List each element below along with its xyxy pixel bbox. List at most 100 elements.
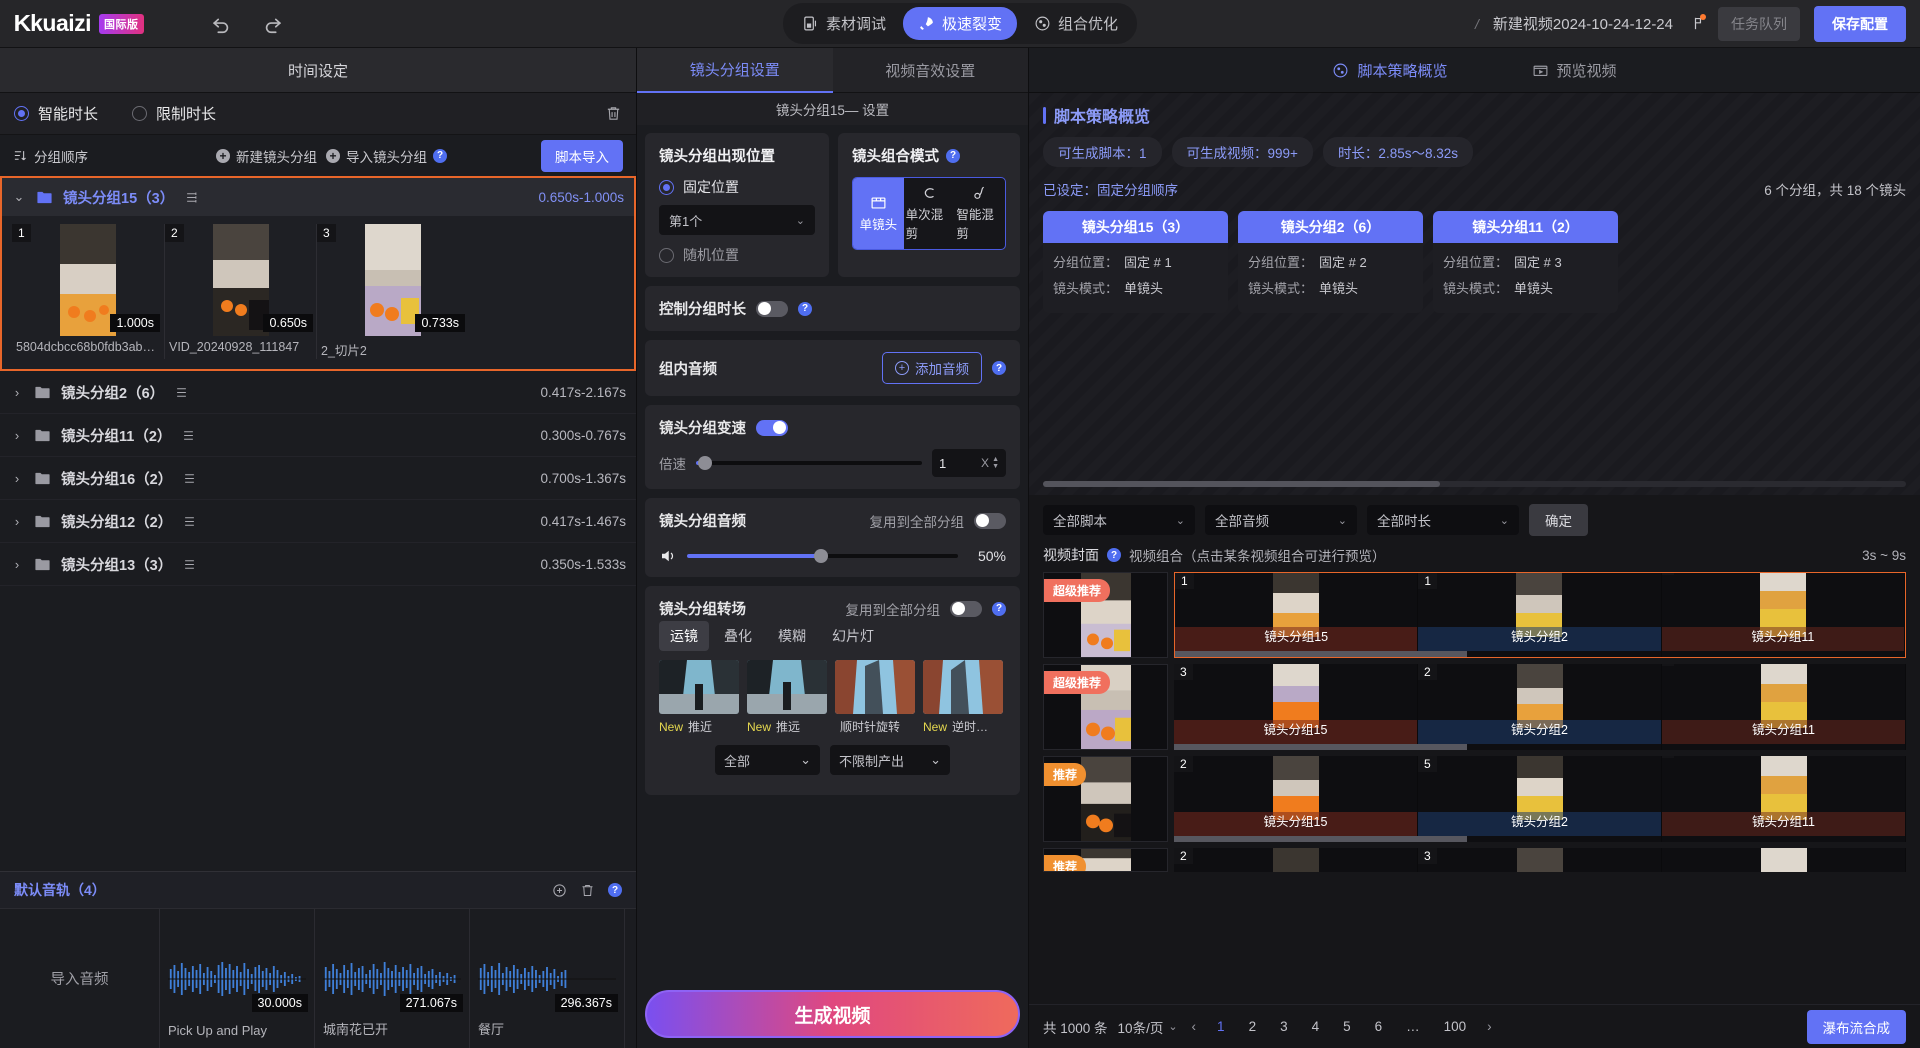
transition-item[interactable]: 顺时针旋转 bbox=[835, 660, 915, 735]
transition-scope-select[interactable]: 全部 ⌄ bbox=[715, 745, 820, 775]
sequence-cell[interactable]: 5 镜头分组2 bbox=[1418, 756, 1662, 842]
help-icon[interactable]: ? bbox=[608, 883, 622, 897]
filter-script-select[interactable]: 全部脚本 ⌄ bbox=[1043, 505, 1195, 535]
undo-icon[interactable] bbox=[208, 11, 234, 37]
import-group-button[interactable]: + 导入镜头分组 ? bbox=[326, 146, 447, 166]
help-icon[interactable]: ? bbox=[946, 148, 960, 163]
trash-icon[interactable] bbox=[580, 883, 595, 898]
seg-single-lens[interactable]: 单镜头 bbox=[853, 178, 904, 249]
transition-item[interactable]: New 逆时… bbox=[923, 660, 1003, 735]
combo-cover[interactable]: 超级推荐 bbox=[1043, 664, 1168, 750]
combo-cover[interactable]: 超级推荐 bbox=[1043, 572, 1168, 658]
group-item-collapsed[interactable]: › 镜头分组11（2） 0.300s-0.767s bbox=[0, 414, 636, 457]
chevron-right-icon[interactable]: › bbox=[10, 514, 24, 529]
redo-icon[interactable] bbox=[260, 11, 286, 37]
flag-icon[interactable] bbox=[1687, 14, 1706, 32]
stepper-icon[interactable]: ▲ ▼ bbox=[992, 456, 999, 470]
layers-icon[interactable] bbox=[184, 190, 199, 205]
tab-strategy-overview[interactable]: 脚本策略概览 bbox=[1332, 60, 1448, 81]
audio-clip[interactable]: 271.067s 城南花已开 bbox=[315, 909, 470, 1048]
task-queue-button[interactable]: 任务队列 bbox=[1718, 6, 1800, 41]
next-page-button[interactable]: › bbox=[1483, 1019, 1496, 1034]
page-1[interactable]: 1 bbox=[1210, 1017, 1232, 1036]
combo-row[interactable]: 推荐 2 镜头分组15 5 镜头分组2 镜头分组11 bbox=[1043, 756, 1906, 842]
script-import-button[interactable]: 脚本导入 bbox=[541, 139, 623, 172]
tab-audio-settings[interactable]: 视频音效设置 bbox=[832, 48, 1028, 93]
sequence-cell[interactable]: 2 bbox=[1174, 848, 1418, 872]
page-100[interactable]: 100 bbox=[1437, 1017, 1474, 1036]
transition-tab-camera[interactable]: 运镜 bbox=[659, 621, 709, 651]
filter-audio-select[interactable]: 全部音频 ⌄ bbox=[1205, 505, 1357, 535]
waterfall-compose-button[interactable]: 瀑布流合成 bbox=[1806, 1009, 1906, 1044]
trash-icon[interactable] bbox=[605, 105, 622, 122]
chevron-right-icon[interactable]: › bbox=[10, 557, 24, 572]
mode-fast-fission[interactable]: 极速裂变 bbox=[902, 7, 1018, 40]
clip-item[interactable]: 1 1.000s 5804dcbcc68b0fdb3ab… bbox=[12, 224, 164, 359]
layers-icon[interactable] bbox=[182, 514, 197, 529]
help-icon[interactable]: ? bbox=[992, 361, 1006, 375]
radio-limit-duration[interactable]: 限制时长 bbox=[132, 103, 216, 124]
group-header[interactable]: ⌄ 镜头分组15（3） 0.650s-1.000s bbox=[2, 178, 634, 216]
combo-cover[interactable]: 推荐 bbox=[1043, 848, 1168, 872]
combo-row[interactable]: 超级推荐 1 镜头分组15 1 镜头分组2 镜头分组11 bbox=[1043, 572, 1906, 658]
radio-random-position[interactable]: 随机位置 bbox=[659, 245, 815, 265]
new-group-button[interactable]: + 新建镜头分组 bbox=[216, 146, 317, 166]
add-audio-button[interactable]: + 添加音频 bbox=[882, 352, 982, 384]
page-6[interactable]: 6 bbox=[1368, 1017, 1390, 1036]
audio-clip[interactable]: 30.000s Pick Up and Play bbox=[160, 909, 315, 1048]
speed-slider[interactable] bbox=[696, 456, 922, 470]
per-page-select[interactable]: 10条/页 ⌄ bbox=[1118, 1017, 1178, 1037]
mode-material-debug[interactable]: 素材调试 bbox=[787, 7, 901, 40]
sequence-cell[interactable]: 2 镜头分组2 bbox=[1418, 664, 1662, 750]
strategy-card[interactable]: 镜头分组2（6） 分组位置： 固定 # 2 镜头模式： 单镜头 bbox=[1238, 211, 1423, 313]
strategy-card[interactable]: 镜头分组11（2） 分组位置： 固定 # 3 镜头模式： 单镜头 bbox=[1433, 211, 1618, 313]
help-icon[interactable]: ? bbox=[992, 601, 1006, 616]
transition-output-select[interactable]: 不限制产出 ⌄ bbox=[830, 745, 950, 775]
radio-fixed-position[interactable]: 固定位置 bbox=[659, 177, 815, 197]
sequence-cell[interactable]: 1 镜头分组15 bbox=[1175, 573, 1419, 657]
prev-page-button[interactable]: ‹ bbox=[1188, 1019, 1201, 1034]
speed-value-input[interactable]: 1 X ▲ ▼ bbox=[932, 449, 1006, 477]
help-icon[interactable]: ? bbox=[798, 301, 812, 316]
sort-groups-button[interactable]: 分组顺序 bbox=[13, 146, 88, 166]
volume-slider-knob[interactable] bbox=[814, 549, 829, 563]
import-audio-button[interactable]: 导入音频 bbox=[0, 909, 160, 1048]
tab-preview-video[interactable]: 预览视频 bbox=[1532, 60, 1617, 81]
chevron-right-icon[interactable]: › bbox=[10, 385, 24, 400]
transition-tab-dissolve[interactable]: 叠化 bbox=[713, 621, 763, 651]
position-index-select[interactable]: 第1个 ⌄ bbox=[659, 205, 815, 235]
page-4[interactable]: 4 bbox=[1305, 1017, 1327, 1036]
group-item-collapsed[interactable]: › 镜头分组12（2） 0.417s-1.467s bbox=[0, 500, 636, 543]
help-icon[interactable]: ? bbox=[1107, 548, 1121, 562]
group-item-collapsed[interactable]: › 镜头分组13（3） 0.350s-1.533s bbox=[0, 543, 636, 586]
time-settings-tab[interactable]: 时间设定 bbox=[0, 48, 636, 93]
combo-sequence[interactable]: 3 镜头分组15 2 镜头分组2 镜头分组11 bbox=[1174, 664, 1906, 750]
chevron-right-icon[interactable]: › bbox=[10, 471, 24, 486]
clip-item[interactable]: 2 0.650s VID_20240928_111847 bbox=[164, 224, 316, 359]
seg-single-mix[interactable]: 单次混剪 bbox=[904, 178, 955, 249]
combo-cover[interactable]: 推荐 bbox=[1043, 756, 1168, 842]
chevron-right-icon[interactable]: › bbox=[10, 428, 24, 443]
layers-icon[interactable] bbox=[181, 428, 196, 443]
transition-tab-slide[interactable]: 幻片灯 bbox=[821, 621, 885, 651]
radio-smart-duration[interactable]: 智能时长 bbox=[14, 103, 98, 124]
layers-icon[interactable] bbox=[174, 385, 189, 400]
clip-item[interactable]: 3 0.733s 2_切片2 bbox=[316, 224, 468, 359]
page-2[interactable]: 2 bbox=[1242, 1017, 1264, 1036]
speed-slider-knob[interactable] bbox=[698, 456, 713, 470]
save-config-button[interactable]: 保存配置 bbox=[1814, 5, 1906, 42]
combo-sequence[interactable]: 1 镜头分组15 1 镜头分组2 镜头分组11 bbox=[1174, 572, 1906, 658]
tab-group-settings[interactable]: 镜头分组设置 bbox=[637, 48, 833, 93]
combo-row[interactable]: 超级推荐 3 镜头分组15 2 镜头分组2 镜头分组11 bbox=[1043, 664, 1906, 750]
transition-tab-blur[interactable]: 模糊 bbox=[767, 621, 817, 651]
help-icon[interactable]: ? bbox=[433, 148, 447, 163]
layers-icon[interactable] bbox=[182, 557, 197, 572]
strategy-scrollbar[interactable] bbox=[1043, 481, 1906, 487]
volume-slider[interactable] bbox=[687, 549, 958, 563]
combo-row[interactable]: 推荐 2 3 bbox=[1043, 848, 1906, 872]
sequence-cell[interactable]: 1 镜头分组2 bbox=[1418, 573, 1662, 657]
page-5[interactable]: 5 bbox=[1336, 1017, 1358, 1036]
audio-clip[interactable]: 296.367s 餐厅 bbox=[470, 909, 625, 1048]
combo-sequence[interactable]: 2 3 bbox=[1174, 848, 1906, 872]
speed-toggle[interactable] bbox=[756, 419, 788, 436]
